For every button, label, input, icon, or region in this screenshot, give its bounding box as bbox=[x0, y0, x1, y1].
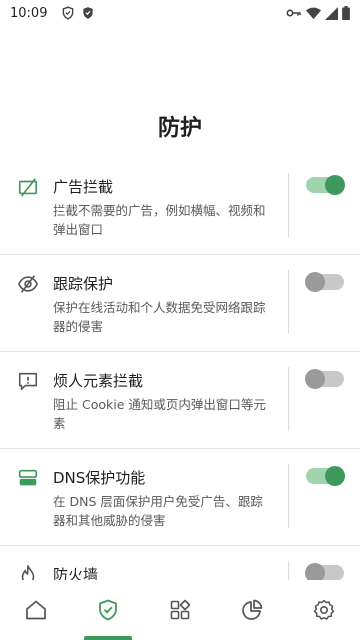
protection-title: 烦人元素拦截 bbox=[53, 372, 144, 390]
nav-settings[interactable] bbox=[288, 580, 360, 640]
protection-title: 跟踪保护 bbox=[53, 275, 114, 293]
item-divider bbox=[288, 367, 289, 431]
item-divider bbox=[288, 464, 289, 528]
annoyance-icon bbox=[18, 372, 38, 391]
eye-off-icon bbox=[17, 275, 39, 293]
protection-item-ad-blocking[interactable]: 广告拦截 拦截不需要的广告，例如横幅、视频和弹出窗口 bbox=[0, 158, 360, 255]
protection-list: 广告拦截 拦截不需要的广告，例如横幅、视频和弹出窗口 跟踪保护 保护在线活动和个… bbox=[0, 158, 360, 640]
status-bar: 10:09 bbox=[0, 0, 360, 26]
vpn-shield-outline-icon bbox=[63, 6, 74, 20]
shield-check-icon bbox=[99, 599, 117, 621]
annoyance-blocking-toggle[interactable] bbox=[305, 369, 344, 389]
protection-desc: 在 DNS 层面保护用户免受广告、跟踪器和其他威胁的侵害 bbox=[53, 494, 263, 528]
ad-block-icon bbox=[18, 178, 38, 197]
bottom-navigation bbox=[0, 580, 360, 640]
adguard-shield-icon bbox=[83, 7, 94, 19]
settings-gear-icon bbox=[313, 599, 335, 620]
cell-signal-icon bbox=[325, 6, 338, 20]
protection-desc: 拦截不需要的广告，例如横幅、视频和弹出窗口 bbox=[53, 203, 266, 237]
protection-item-annoyance[interactable]: 烦人元素拦截 阻止 Cookie 通知或页内弹出窗口等元素 bbox=[0, 352, 360, 449]
nav-active-indicator bbox=[84, 636, 132, 640]
nav-apps[interactable] bbox=[144, 580, 216, 640]
status-time: 10:09 bbox=[10, 5, 48, 21]
nav-home[interactable] bbox=[0, 580, 72, 640]
wifi-icon bbox=[306, 7, 321, 19]
protection-title: DNS保护功能 bbox=[53, 469, 146, 487]
page-title: 防护 bbox=[157, 116, 202, 141]
ad-blocking-toggle[interactable] bbox=[306, 175, 345, 195]
dns-server-icon bbox=[18, 469, 38, 486]
vpn-key-icon bbox=[286, 9, 301, 17]
stats-pie-icon bbox=[242, 599, 263, 620]
protection-item-tracking[interactable]: 跟踪保护 保护在线活动和个人数据免受网络跟踪器的侵害 bbox=[0, 255, 360, 352]
home-icon bbox=[26, 600, 46, 620]
dns-protection-toggle[interactable] bbox=[306, 466, 345, 486]
protection-desc: 保护在线活动和个人数据免受网络跟踪器的侵害 bbox=[53, 300, 266, 334]
nav-protection[interactable] bbox=[72, 580, 144, 640]
tracking-protection-toggle[interactable] bbox=[305, 272, 344, 292]
item-divider bbox=[288, 173, 289, 237]
protection-item-dns[interactable]: DNS保护功能 在 DNS 层面保护用户免受广告、跟踪器和其他威胁的侵害 bbox=[0, 449, 360, 546]
protection-title: 广告拦截 bbox=[53, 178, 114, 196]
battery-icon bbox=[342, 6, 350, 20]
protection-desc: 阻止 Cookie 通知或页内弹出窗口等元素 bbox=[53, 397, 266, 431]
item-divider bbox=[288, 270, 289, 334]
firewall-toggle[interactable] bbox=[305, 563, 344, 583]
nav-statistics[interactable] bbox=[216, 580, 288, 640]
apps-grid-icon bbox=[170, 599, 191, 620]
